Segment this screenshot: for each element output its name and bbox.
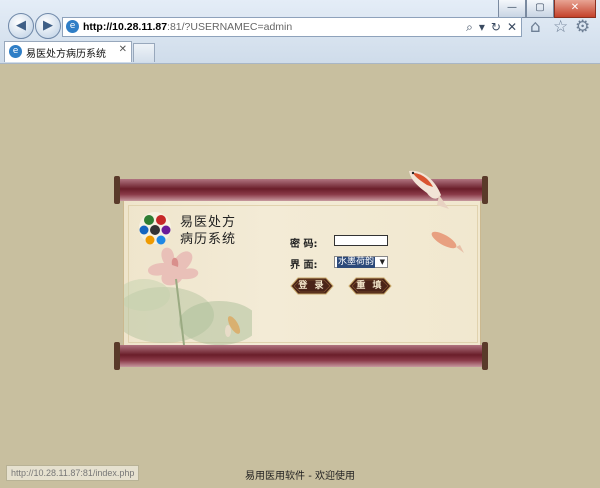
site-icon: e (66, 20, 79, 33)
theme-select[interactable]: 水墨荷韵 ▼ (334, 256, 388, 268)
refresh-icon[interactable]: ↻ (491, 19, 501, 35)
home-icon[interactable]: ⌂ (530, 18, 541, 36)
arrow-left-icon: ◀ (16, 18, 26, 33)
theme-selected-value: 水墨荷韵 (337, 257, 376, 268)
address-bar[interactable]: e http://10.28.11.87:81/?USERNAMEC=admin… (62, 17, 522, 37)
app-title-line2: 病历系统 (180, 232, 237, 247)
reset-button[interactable]: 重 填 (348, 277, 392, 295)
koi-fish-large (409, 170, 449, 209)
password-label: 密 码: (290, 239, 318, 250)
window-controls: — ▢ ✕ (498, 0, 596, 18)
forward-button[interactable]: ▶ (35, 13, 61, 39)
maximize-button[interactable]: ▢ (526, 0, 554, 18)
chevron-down-icon: ▼ (379, 258, 385, 266)
status-bar-url: http://10.28.11.87:81/index.php (6, 465, 140, 481)
scroll-paper: 易医处方 病历系统 密 码: 界 面: 水墨荷韵 ▼ 登 录 重 填 (123, 201, 481, 345)
app-logo (139, 212, 171, 245)
favorites-star-icon[interactable]: ☆ (553, 18, 568, 36)
tab-title: 易医处方病历系统 (26, 49, 106, 60)
close-tab-icon[interactable]: ✕ (119, 44, 127, 55)
login-button-label: 登 录 (298, 281, 326, 291)
gear-icon[interactable]: ⚙ (575, 18, 590, 36)
new-tab-button[interactable] (133, 43, 155, 62)
browser-chrome: — ▢ ✕ ◀ ▶ e http://10.28.11.87:81/?USERN… (0, 0, 600, 64)
scroll-cap-right-bottom (482, 342, 488, 370)
stop-icon[interactable]: ✕ (507, 19, 517, 35)
back-button[interactable]: ◀ (8, 13, 34, 39)
scroll-rod-bottom (117, 345, 485, 367)
koi-fish-small (431, 231, 464, 253)
browser-tab[interactable]: e 易医处方病历系统 ✕ (4, 41, 132, 62)
site-icon: e (9, 45, 22, 58)
address-host: http://10.28.11.87 (83, 21, 168, 33)
theme-label: 界 面: (290, 260, 318, 271)
close-window-button[interactable]: ✕ (554, 0, 596, 18)
login-button[interactable]: 登 录 (290, 277, 334, 295)
password-input[interactable] (334, 235, 388, 246)
address-url[interactable]: http://10.28.11.87:81/?USERNAMEC=admin (83, 21, 292, 33)
page-content: 易医处方 病历系统 密 码: 界 面: 水墨荷韵 ▼ 登 录 重 填 易用医用软… (0, 64, 600, 488)
dropdown-icon[interactable]: ▾ (479, 19, 485, 35)
search-icon[interactable]: ⌕ (466, 19, 473, 35)
scroll-cap-left-top (114, 176, 120, 204)
arrow-right-icon: ▶ (43, 18, 53, 33)
reset-button-label: 重 填 (356, 281, 384, 291)
scroll-cap-right-top (482, 176, 488, 204)
minimize-button[interactable]: — (498, 0, 526, 18)
lotus-painting (124, 247, 252, 345)
address-path: :81/?USERNAMEC=admin (167, 21, 293, 33)
login-scroll-panel: 易医处方 病历系统 密 码: 界 面: 水墨荷韵 ▼ 登 录 重 填 (114, 170, 488, 370)
scroll-cap-left-bottom (114, 342, 120, 370)
